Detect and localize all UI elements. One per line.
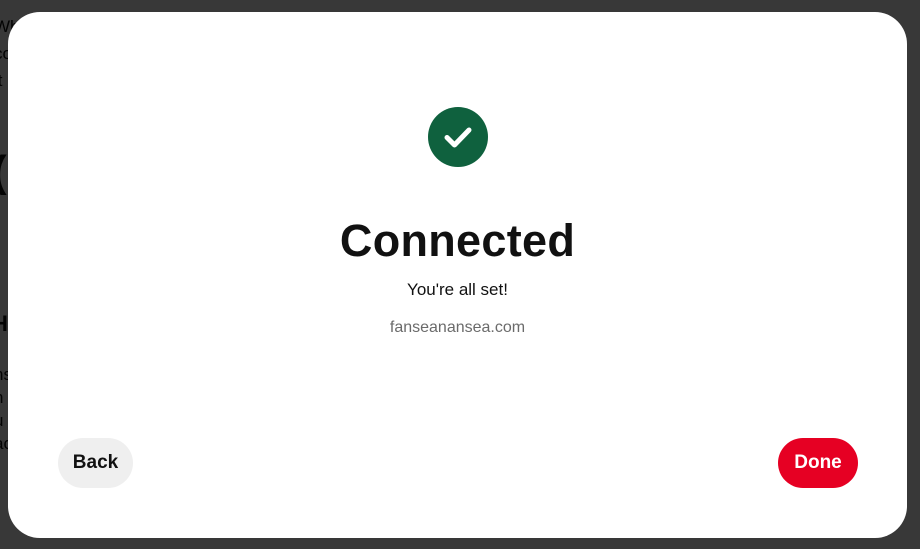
connected-domain: fanseanansea.com	[389, 319, 526, 336]
back-button[interactable]: Back	[58, 438, 133, 488]
connection-dialog: Connected You're all set! fanseanansea.c…	[8, 12, 907, 538]
dialog-subtitle: You're all set!	[407, 280, 508, 299]
done-button[interactable]: Done	[778, 438, 858, 488]
checkmark-icon	[428, 107, 488, 167]
dialog-title: Connected	[339, 215, 576, 266]
